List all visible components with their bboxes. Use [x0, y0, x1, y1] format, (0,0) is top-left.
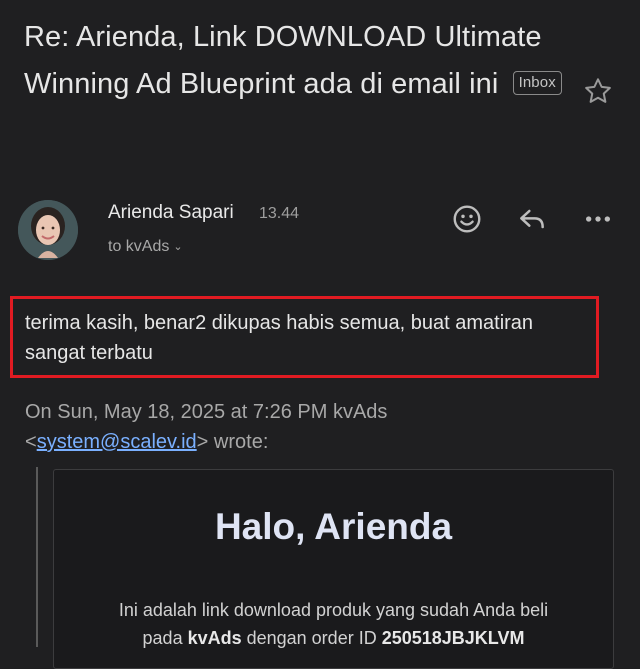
- inbox-label-badge[interactable]: Inbox: [512, 71, 562, 95]
- quoted-header-prefix: On Sun, May 18, 2025 at 7:26 PM kvAds: [25, 401, 388, 423]
- email-subject: Re: Arienda, Link DOWNLOAD Ultimate Winn…: [24, 14, 564, 108]
- quote-indent-bar: [36, 467, 38, 647]
- brand-name: kvAds: [187, 628, 242, 648]
- quoted-open-bracket: <: [25, 431, 37, 453]
- emoji-react-icon[interactable]: [451, 203, 483, 235]
- avatar-portrait: [18, 200, 78, 260]
- sender-avatar[interactable]: [18, 200, 78, 260]
- card-text-2a: pada: [142, 628, 188, 648]
- sent-time: 13.44: [259, 205, 300, 222]
- reply-icon[interactable]: [516, 203, 548, 235]
- recipient-details-toggle[interactable]: to kvAds ⌄: [108, 238, 183, 256]
- order-id: 250518JBJKLVM: [381, 628, 525, 648]
- quoted-header-suffix: > wrote:: [196, 431, 269, 453]
- sender-name[interactable]: Arienda Sapari: [108, 202, 234, 224]
- message-body: terima kasih, benar2 dikupas habis semua…: [25, 312, 534, 364]
- more-horizontal-icon[interactable]: [582, 203, 614, 235]
- card-text-line-1: Ini adalah link download produk yang sud…: [118, 600, 549, 620]
- sender-email-link[interactable]: system@scalev.id: [37, 431, 197, 453]
- recipient-text: to kvAds: [108, 238, 170, 255]
- chevron-down-icon: ⌄: [173, 241, 183, 253]
- quoted-header: On Sun, May 18, 2025 at 7:26 PM kvAds <s…: [25, 397, 625, 457]
- card-text-2b: dengan order ID: [241, 628, 382, 648]
- card-greeting: Halo, Arienda: [214, 506, 453, 547]
- star-outline-icon[interactable]: [583, 76, 613, 106]
- quoted-email-card: Halo, Arienda Ini adalah link download p…: [53, 469, 614, 669]
- subject-text: Re: Arienda, Link DOWNLOAD Ultimate Winn…: [24, 21, 542, 100]
- card-description: Ini adalah link download produk yang sud…: [54, 596, 613, 652]
